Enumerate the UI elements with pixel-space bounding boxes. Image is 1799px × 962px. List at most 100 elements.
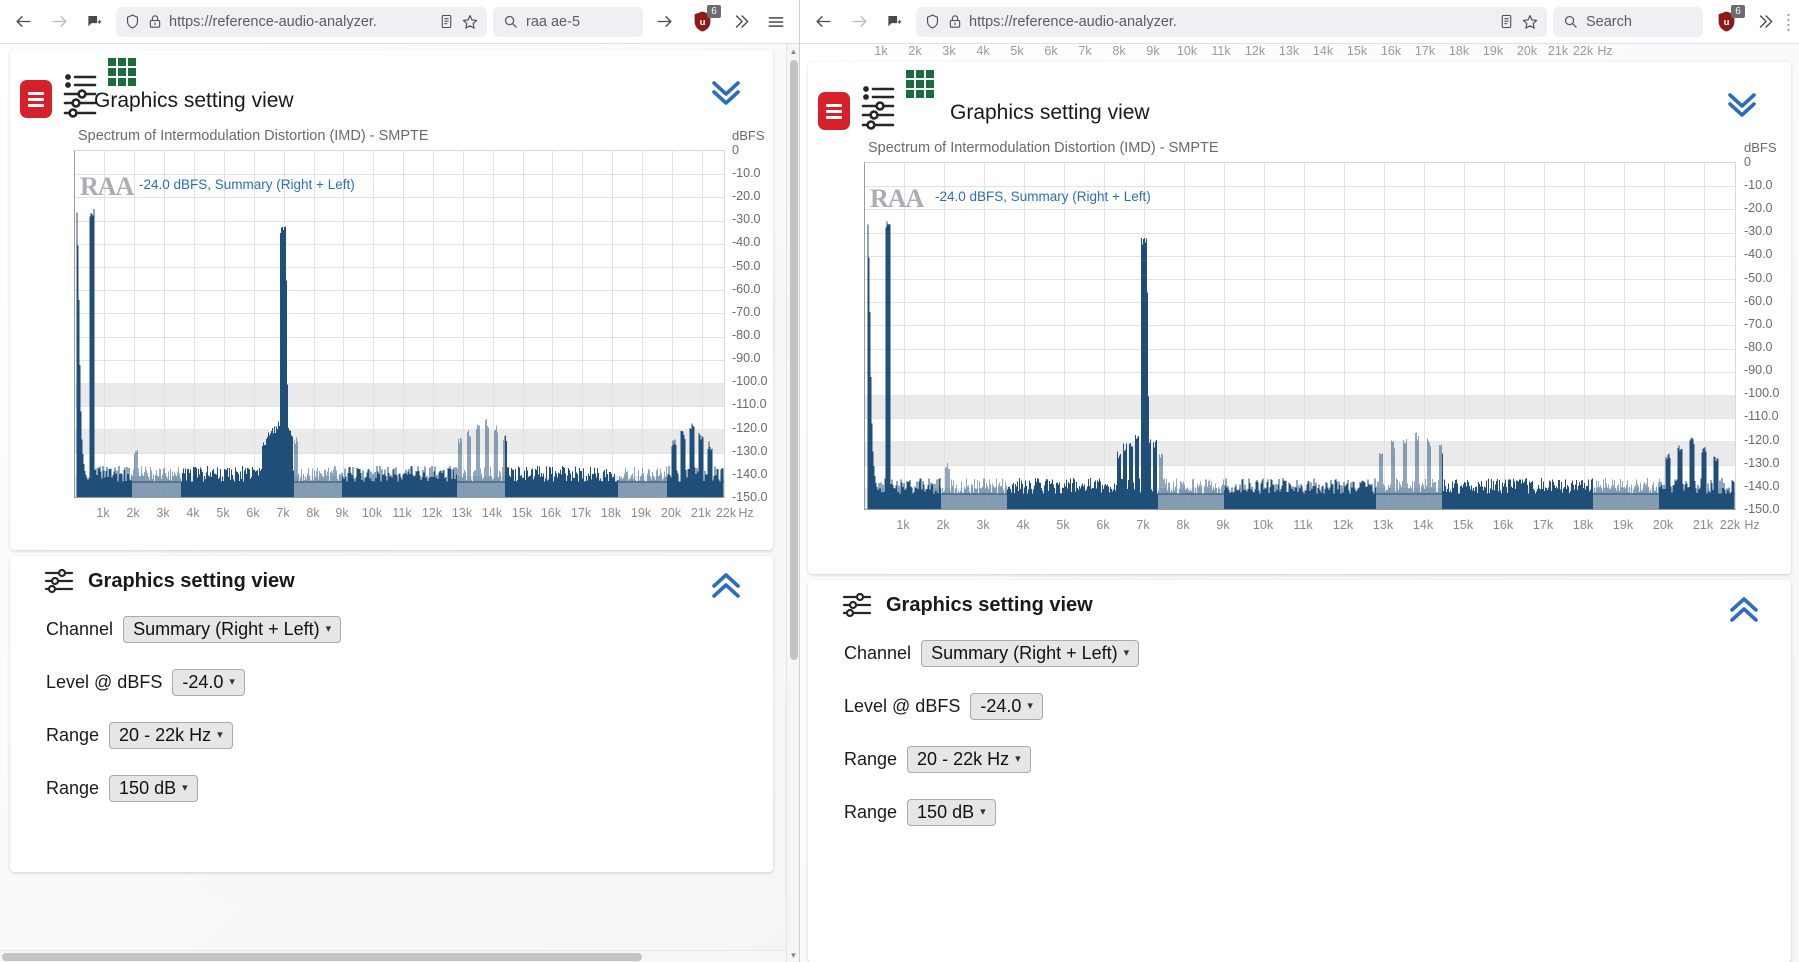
sliders-settings-icon[interactable] <box>62 70 98 120</box>
container-tab-icon[interactable] <box>80 7 110 37</box>
channel-select-value: Summary (Right + Left) <box>133 619 320 639</box>
chevron-double-up-icon[interactable] <box>1727 596 1761 626</box>
shield-icon[interactable] <box>924 13 941 30</box>
y-tick: -120.0 <box>1744 433 1780 447</box>
chevron-double-up-icon[interactable] <box>709 572 743 602</box>
x-tick: 13k <box>1372 518 1394 532</box>
url-text: https://reference-audio-analyzer. <box>169 13 377 30</box>
ruler-unit: Hz <box>1597 44 1613 58</box>
hamburger-red-icon[interactable] <box>20 80 52 118</box>
sliders-settings-icon[interactable] <box>842 592 872 618</box>
lock-warning-icon[interactable] <box>947 13 963 30</box>
frequency-range-select[interactable]: 20 - 22k Hz ▾ <box>907 746 1031 773</box>
scrollbar-thumb[interactable] <box>2 953 642 961</box>
ruler-tick: 5k <box>1010 44 1024 58</box>
reader-view-icon[interactable] <box>438 13 455 30</box>
x-tick: 15k <box>511 506 533 520</box>
x-tick: 18k <box>1572 518 1594 532</box>
level-select-value: -24.0 <box>182 672 224 692</box>
y-tick: -80.0 <box>732 328 761 342</box>
plot-area-right[interactable]: RAA -24.0 dBFS, Summary (Right + Left) <box>864 162 1736 510</box>
x-tick: 22k <box>715 506 737 520</box>
green-grid-icon[interactable] <box>108 58 136 86</box>
search-bar-left[interactable]: raa ae-5 <box>493 6 643 37</box>
extension-badge: 6 <box>707 4 721 18</box>
search-bar-right[interactable]: Search <box>1553 6 1703 37</box>
x-tick: 17k <box>1532 518 1554 532</box>
bookmark-star-icon[interactable] <box>1521 13 1539 31</box>
chevron-double-right-icon[interactable] <box>725 7 755 37</box>
db-range-value: 150 dB <box>119 778 177 798</box>
url-bar-right[interactable]: https://reference-audio-analyzer. <box>916 6 1547 37</box>
chevron-double-down-icon[interactable] <box>709 76 743 106</box>
sliders-settings-icon[interactable] <box>44 568 74 594</box>
svg-text:u: u <box>699 17 705 28</box>
chevron-double-right-icon[interactable] <box>1749 7 1779 37</box>
channel-select[interactable]: Summary (Right + Left) ▾ <box>123 616 342 643</box>
container-tab-icon[interactable] <box>880 7 910 37</box>
x-tick: 11k <box>1293 518 1313 532</box>
vertical-scrollbar-left[interactable]: ▲ ▼ <box>786 44 799 962</box>
back-arrow-icon[interactable] <box>808 7 838 37</box>
reader-view-icon[interactable] <box>1498 13 1515 30</box>
chevron-down-icon: ▾ <box>325 623 332 635</box>
scroll-up-arrow[interactable]: ▲ <box>787 44 799 58</box>
x-tick: 17k <box>570 506 592 520</box>
x-tick: 12k <box>421 506 443 520</box>
ruler-tick: 14k <box>1312 44 1334 58</box>
x-tick: 20k <box>660 506 682 520</box>
field-label: Range <box>46 725 100 745</box>
url-bar-left[interactable]: https://reference-audio-analyzer. <box>116 6 487 37</box>
ruler-tick: 4k <box>976 44 990 58</box>
back-arrow-icon[interactable] <box>8 7 38 37</box>
plot-area-left[interactable]: RAA -24.0 dBFS, Summary (Right + Left) <box>74 150 725 498</box>
ruler-tick: 19k <box>1482 44 1504 58</box>
x-tick: 2k <box>936 518 950 532</box>
channel-select[interactable]: Summary (Right + Left) ▾ <box>921 640 1140 667</box>
db-range-select[interactable]: 150 dB ▾ <box>109 775 198 802</box>
bookmark-star-icon[interactable] <box>461 13 479 31</box>
settings-title: Graphics setting view <box>886 593 1093 616</box>
browser-toolbar-left: https://reference-audio-analyzer. raa ae… <box>0 0 799 44</box>
y-tick: 0 <box>1744 155 1751 169</box>
chevron-down-icon: ▾ <box>182 782 188 794</box>
db-range-select[interactable]: 150 dB ▾ <box>907 799 996 826</box>
x-tick: 18k <box>600 506 622 520</box>
x-tick: 10k <box>361 506 383 520</box>
sliders-settings-icon[interactable] <box>860 82 896 132</box>
search-input[interactable]: Search <box>1586 14 1632 30</box>
y-tick: -10.0 <box>732 166 761 180</box>
ublock-origin-icon[interactable]: u 6 <box>1709 4 1745 37</box>
y-tick: -90.0 <box>732 351 761 365</box>
screen: https://reference-audio-analyzer. raa ae… <box>0 0 1799 962</box>
field-label: Level @ dBFS <box>46 672 163 692</box>
ublock-origin-icon[interactable]: u 6 <box>685 4 721 37</box>
forward-arrow-icon[interactable] <box>44 7 74 37</box>
extension-badge: 6 <box>1731 4 1745 18</box>
toolbar-edge-handle[interactable] <box>1785 7 1791 37</box>
go-arrow-icon[interactable] <box>649 7 679 37</box>
y-tick: -140.0 <box>732 467 768 481</box>
frequency-range-select[interactable]: 20 - 22k Hz ▾ <box>109 722 233 749</box>
hamburger-red-icon[interactable] <box>818 92 850 130</box>
chevron-double-down-icon[interactable] <box>1725 88 1759 118</box>
x-axis-unit: Hz <box>1744 518 1760 532</box>
chart-right: Spectrum of Intermodulation Distortion (… <box>808 140 1791 574</box>
hamburger-menu-icon[interactable] <box>761 7 791 37</box>
y-tick: -40.0 <box>732 235 761 249</box>
level-select[interactable]: -24.0 ▾ <box>970 693 1043 720</box>
chart-left: Spectrum of Intermodulation Distortion (… <box>10 128 773 550</box>
scroll-down-arrow[interactable]: ▼ <box>787 948 799 962</box>
search-input[interactable]: raa ae-5 <box>526 14 580 30</box>
horizontal-scrollbar-left[interactable] <box>0 950 786 962</box>
scrollbar-thumb[interactable] <box>790 60 798 660</box>
forward-arrow-icon[interactable] <box>844 7 874 37</box>
shield-icon[interactable] <box>124 13 141 30</box>
level-select[interactable]: -24.0 ▾ <box>172 669 245 696</box>
lock-warning-icon[interactable] <box>147 13 163 30</box>
green-grid-icon[interactable] <box>906 70 934 98</box>
x-tick: 3k <box>156 506 170 520</box>
x-tick: 15k <box>1452 518 1474 532</box>
x-tick: 8k <box>306 506 320 520</box>
page-title: Graphics setting view <box>950 101 1150 124</box>
